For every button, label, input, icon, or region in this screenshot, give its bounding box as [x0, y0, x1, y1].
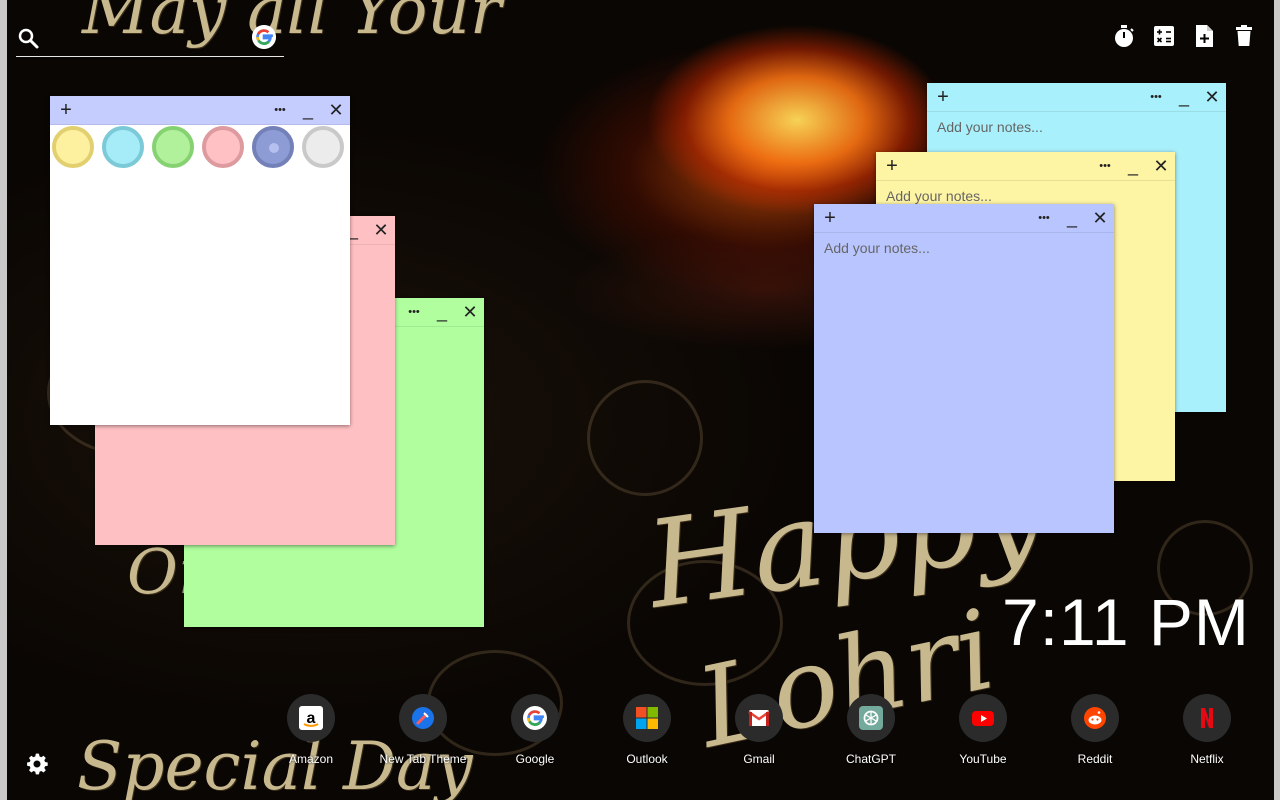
- shortcut-netflix[interactable]: Netflix: [1152, 694, 1262, 766]
- color-swatch-pink[interactable]: [202, 126, 244, 168]
- reddit-icon: [1071, 694, 1119, 742]
- decor-swirl: [587, 380, 703, 496]
- note-header[interactable]: + ••• _ ✕: [876, 152, 1175, 181]
- note-add-button[interactable]: +: [931, 83, 955, 111]
- note-header[interactable]: + ••• _ ✕: [814, 204, 1114, 233]
- shortcut-label: Gmail: [743, 752, 775, 766]
- shortcut-gmail[interactable]: Gmail: [704, 694, 814, 766]
- note-add-button[interactable]: +: [880, 152, 904, 180]
- shortcut-reddit[interactable]: Reddit: [1040, 694, 1150, 766]
- note-menu-button[interactable]: •••: [1093, 152, 1117, 180]
- shortcut-label: ChatGPT: [845, 752, 896, 766]
- note-menu-button[interactable]: •••: [1144, 83, 1168, 111]
- youtube-icon: [959, 694, 1007, 742]
- search-bar[interactable]: [16, 22, 284, 57]
- shortcut-amazon[interactable]: a Amazon: [256, 694, 366, 766]
- search-icon[interactable]: [16, 26, 40, 50]
- calculator-icon[interactable]: [1151, 23, 1177, 49]
- timer-icon[interactable]: [1111, 23, 1137, 49]
- note-close-button[interactable]: ✕: [369, 216, 393, 244]
- shortcut-new-tab-theme[interactable]: New Tab Theme: [368, 694, 478, 766]
- netflix-icon: [1183, 694, 1231, 742]
- note-close-button[interactable]: ✕: [324, 96, 348, 124]
- note-close-button[interactable]: ✕: [458, 298, 482, 326]
- shortcut-label: YouTube: [959, 752, 1007, 766]
- new-note-icon[interactable]: [1191, 23, 1217, 49]
- shortcut-label: New Tab Theme: [379, 752, 467, 766]
- shortcut-label: Outlook: [626, 752, 668, 766]
- google-icon[interactable]: [252, 25, 276, 49]
- outlook-icon: [623, 694, 671, 742]
- svg-text:a: a: [307, 710, 316, 727]
- note-minimize-button[interactable]: _: [296, 96, 320, 124]
- color-swatch-white[interactable]: [302, 126, 344, 168]
- note-header[interactable]: + ••• _ ✕: [927, 83, 1226, 112]
- shortcut-label: Amazon: [288, 752, 334, 766]
- note-text[interactable]: Add your notes...: [937, 119, 1216, 135]
- color-swatch-green[interactable]: [152, 126, 194, 168]
- note-add-button[interactable]: +: [54, 96, 78, 124]
- note-add-button[interactable]: +: [818, 204, 842, 232]
- note-close-button[interactable]: ✕: [1200, 83, 1224, 111]
- color-swatch-cyan[interactable]: [102, 126, 144, 168]
- shortcut-youtube[interactable]: YouTube: [928, 694, 1038, 766]
- shortcut-google[interactable]: Google: [480, 694, 590, 766]
- amazon-icon: a: [287, 694, 335, 742]
- wallpaper: May all Your On Happy Lohri Special Day: [7, 0, 1274, 800]
- sticky-note-color-picker[interactable]: + ••• _ ✕: [50, 96, 350, 425]
- note-minimize-button[interactable]: _: [1172, 83, 1196, 111]
- gear-icon[interactable]: [25, 752, 49, 776]
- note-menu-button[interactable]: •••: [268, 96, 292, 124]
- shortcut-chatgpt[interactable]: ChatGPT: [816, 694, 926, 766]
- google-icon: [511, 694, 559, 742]
- shortcut-label: Reddit: [1077, 752, 1113, 766]
- note-text[interactable]: Add your notes...: [886, 188, 1165, 204]
- note-minimize-button[interactable]: _: [1121, 152, 1145, 180]
- sticky-note-blue[interactable]: + ••• _ ✕ Add your notes...: [814, 204, 1114, 533]
- trash-icon[interactable]: [1231, 23, 1257, 49]
- note-close-button[interactable]: ✕: [1149, 152, 1173, 180]
- search-input[interactable]: [50, 26, 244, 52]
- color-swatch-yellow[interactable]: [52, 126, 94, 168]
- shortcut-label: Netflix: [1190, 752, 1224, 766]
- note-menu-button[interactable]: •••: [402, 298, 426, 326]
- shortcut-label: Google: [515, 752, 555, 766]
- note-text[interactable]: Add your notes...: [824, 240, 1104, 256]
- note-header[interactable]: + ••• _ ✕: [50, 96, 350, 125]
- note-minimize-button[interactable]: _: [430, 298, 454, 326]
- note-minimize-button[interactable]: _: [1060, 204, 1084, 232]
- color-swatch-blue-selected[interactable]: [252, 126, 294, 168]
- clock: 7:11 PM: [1002, 585, 1250, 659]
- selected-indicator: [269, 143, 279, 153]
- shortcut-outlook[interactable]: Outlook: [592, 694, 702, 766]
- gmail-icon: [735, 694, 783, 742]
- note-menu-button[interactable]: •••: [1032, 204, 1056, 232]
- new-tab-theme-icon: [399, 694, 447, 742]
- chatgpt-icon: [847, 694, 895, 742]
- note-close-button[interactable]: ✕: [1088, 204, 1112, 232]
